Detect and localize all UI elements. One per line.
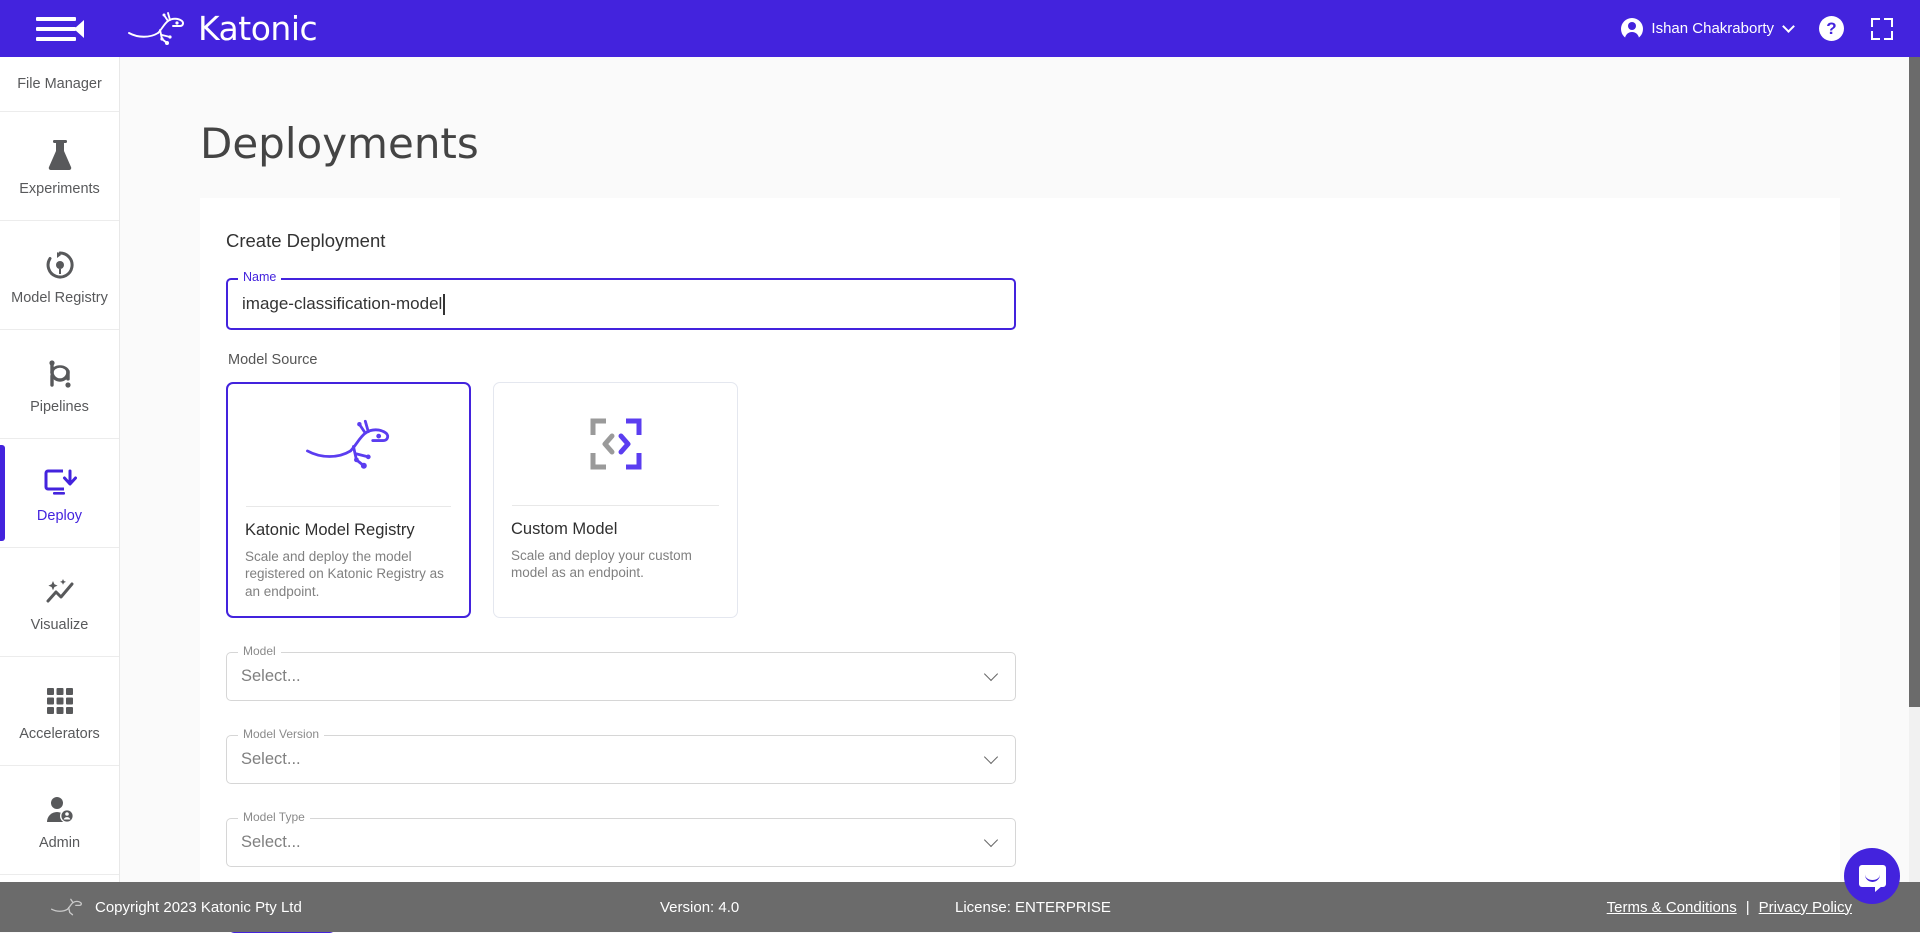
sidebar-item-file-manager[interactable]: File Manager [0, 57, 119, 112]
chevron-down-icon [984, 667, 998, 681]
card-art [228, 384, 469, 506]
sidebar-item-label: File Manager [17, 77, 102, 92]
name-field-legend: Name [238, 270, 281, 284]
chevron-down-icon [984, 750, 998, 764]
name-input-value: image-classification-model [242, 294, 442, 314]
model-version-select-box[interactable]: Select... [226, 735, 1016, 784]
model-select-box[interactable]: Select... [226, 652, 1016, 701]
name-input[interactable]: image-classification-model [226, 278, 1016, 330]
flask-icon [45, 136, 75, 176]
card-title: Custom Model [511, 520, 720, 539]
chat-smile-shape [1865, 874, 1880, 882]
card-body: Custom Model Scale and deploy your custo… [494, 506, 737, 582]
pipelines-icon [45, 354, 75, 394]
model-registry-icon [44, 245, 76, 285]
avatar [1621, 18, 1643, 40]
sidebar-nav: File Manager Experiments Model Registry [0, 57, 120, 932]
sidebar-item-label: Experiments [19, 182, 100, 197]
model-version-select[interactable]: Model Version Select... [226, 735, 1016, 784]
sidebar-item-visualize[interactable]: Visualize [0, 548, 119, 657]
main-content: Deployments Create Deployment Name image… [120, 57, 1920, 932]
admin-user-icon [44, 790, 76, 830]
model-select[interactable]: Model Select... [226, 652, 1016, 701]
model-type-select-value: Select... [241, 833, 301, 852]
privacy-policy-link[interactable]: Privacy Policy [1759, 899, 1852, 916]
brand-wordmark: Katonic [198, 9, 317, 48]
model-version-select-legend: Model Version [238, 727, 324, 741]
model-select-legend: Model [238, 644, 281, 658]
model-type-select-box[interactable]: Select... [226, 818, 1016, 867]
footer-copyright: Copyright 2023 Katonic Pty Ltd [50, 897, 302, 917]
card-body: Katonic Model Registry Scale and deploy … [228, 507, 469, 600]
card-katonic-model-registry[interactable]: Katonic Model Registry Scale and deploy … [226, 382, 471, 618]
sidebar-item-experiments[interactable]: Experiments [0, 112, 119, 221]
user-name-label: Ishan Chakraborty [1651, 20, 1774, 37]
sidebar-item-deploy[interactable]: Deploy [0, 439, 119, 548]
scrollbar-thumb[interactable] [1909, 57, 1920, 707]
create-deployment-panel: Create Deployment Name image-classificat… [200, 198, 1840, 932]
app-header: Katonic Ishan Chakraborty ? [0, 0, 1920, 57]
kangaroo-logo-icon [303, 417, 395, 473]
sidebar-item-label: Model Registry [11, 291, 108, 306]
footer-version: Version: 4.0 [660, 899, 739, 916]
chat-message-shape [1859, 865, 1886, 887]
sparkle-chart-icon [44, 572, 76, 612]
card-description: Scale and deploy your custom model as an… [511, 547, 720, 582]
text-caret [443, 294, 445, 315]
code-brackets-icon [588, 416, 644, 472]
page-scrollbar[interactable] [1909, 57, 1920, 932]
sidebar-item-label: Visualize [31, 618, 89, 633]
help-circle-icon[interactable]: ? [1819, 16, 1844, 41]
panel-title: Create Deployment [226, 230, 1840, 252]
card-custom-model[interactable]: Custom Model Scale and deploy your custo… [493, 382, 738, 618]
footer-license: License: ENTERPRISE [955, 899, 1111, 916]
sidebar-item-pipelines[interactable]: Pipelines [0, 330, 119, 439]
chat-bubble-icon[interactable] [1844, 848, 1900, 904]
name-field[interactable]: Name image-classification-model [226, 278, 1016, 330]
chevron-down-icon [1782, 20, 1795, 33]
footer-copyright-text: Copyright 2023 Katonic Pty Ltd [95, 899, 302, 916]
sidebar-item-admin[interactable]: Admin [0, 766, 119, 875]
hamburger-collapse-icon[interactable] [36, 12, 82, 46]
sidebar-item-label: Admin [39, 836, 80, 851]
sidebar-item-accelerators[interactable]: Accelerators [0, 657, 119, 766]
user-menu[interactable]: Ishan Chakraborty [1621, 18, 1793, 40]
kangaroo-logo-icon [50, 897, 84, 917]
model-select-value: Select... [241, 667, 301, 686]
deploy-download-icon [43, 463, 77, 503]
sidebar-item-label: Accelerators [19, 727, 100, 742]
page-title: Deployments [200, 119, 1920, 168]
app-footer: Copyright 2023 Katonic Pty Ltd Version: … [0, 882, 1920, 932]
kangaroo-logo-icon [126, 11, 188, 47]
expand-fullscreen-icon[interactable] [1870, 17, 1894, 41]
brand-logo[interactable]: Katonic [126, 9, 317, 48]
chevron-down-icon [984, 833, 998, 847]
model-type-select-legend: Model Type [238, 810, 310, 824]
sidebar-item-model-registry[interactable]: Model Registry [0, 221, 119, 330]
model-type-select[interactable]: Model Type Select... [226, 818, 1016, 867]
grid-dots-icon [46, 681, 74, 721]
sidebar-item-label: Deploy [37, 509, 82, 524]
header-actions: Ishan Chakraborty ? [1621, 16, 1894, 41]
footer-links: Terms & Conditions | Privacy Policy [1607, 899, 1852, 916]
terms-and-conditions-link[interactable]: Terms & Conditions [1607, 899, 1737, 916]
model-source-label: Model Source [228, 352, 1840, 368]
sidebar-item-label: Pipelines [30, 400, 89, 415]
footer-link-separator: | [1746, 899, 1750, 916]
card-title: Katonic Model Registry [245, 521, 452, 540]
model-version-select-value: Select... [241, 750, 301, 769]
card-description: Scale and deploy the model registered on… [245, 548, 452, 600]
card-art [494, 383, 737, 505]
model-source-cards: Katonic Model Registry Scale and deploy … [226, 382, 1840, 618]
